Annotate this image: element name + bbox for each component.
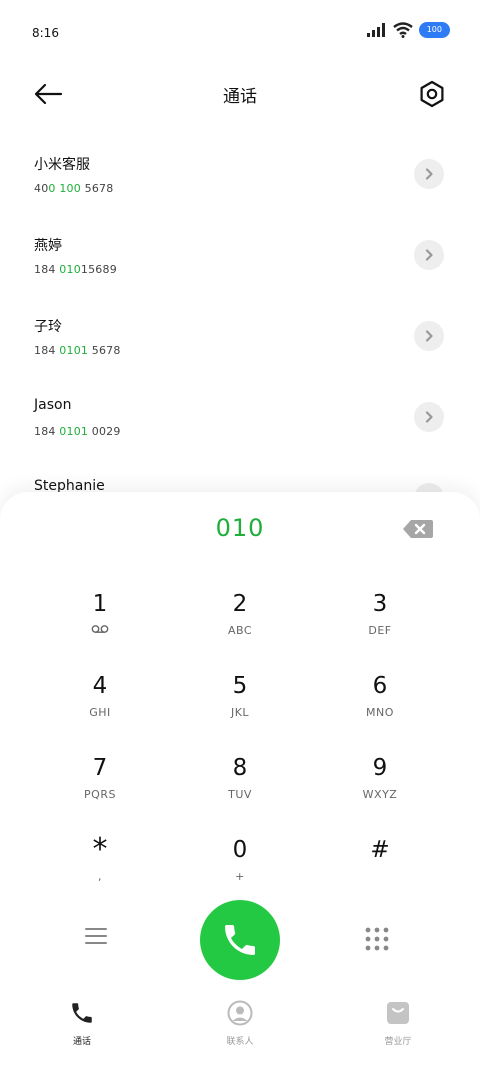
- dialpad-icon: [365, 927, 389, 951]
- voicemail-icon: [91, 625, 109, 633]
- dialer-panel: 010 1 2 ABC 3 DEF 4 GHI 5 JKL 6 MNO 7 PQ…: [0, 492, 480, 1067]
- key-2[interactable]: 2 ABC: [170, 584, 310, 664]
- contact-name: 小米客服: [34, 157, 90, 173]
- nav-calls[interactable]: 通话: [32, 998, 132, 1047]
- nav-label: 联系人: [226, 1037, 254, 1047]
- contact-number: 400 100 5678: [34, 182, 114, 195]
- key-8[interactable]: 8 TUV: [170, 748, 310, 828]
- header: 通话: [0, 70, 480, 118]
- nav-store[interactable]: 营业厅: [348, 998, 448, 1047]
- backspace-icon: [403, 520, 433, 538]
- wifi-icon: [392, 22, 413, 38]
- phone-icon: [72, 1003, 92, 1023]
- signal-icon: [366, 23, 385, 37]
- status-bar: 8:16 100: [0, 0, 480, 66]
- chevron-right-icon: [425, 249, 433, 261]
- page-title: 通话: [223, 87, 257, 107]
- contact-number: 184 0101 5678: [34, 344, 121, 357]
- keypad-toggle-button[interactable]: [364, 926, 396, 958]
- contact-name: 燕婷: [34, 238, 62, 254]
- menu-button[interactable]: [84, 926, 116, 954]
- contact-detail-button[interactable]: [414, 159, 444, 189]
- contact-row[interactable]: Jason 184 0101 0029: [0, 381, 480, 462]
- contact-detail-button[interactable]: [414, 402, 444, 432]
- store-icon: [387, 1002, 409, 1024]
- bottom-nav: 通话 联系人 营业厅: [0, 998, 480, 1058]
- key-5[interactable]: 5 JKL: [170, 666, 310, 746]
- contact-number: 184 01015689: [34, 263, 117, 276]
- contact-name: 子玲: [34, 319, 62, 335]
- nav-contacts[interactable]: 联系人: [190, 998, 290, 1047]
- menu-icon: [85, 928, 107, 944]
- chevron-right-icon: [425, 168, 433, 180]
- backspace-button[interactable]: [402, 518, 434, 540]
- nav-label: 营业厅: [384, 1037, 412, 1047]
- phone-icon: [225, 925, 255, 955]
- contact-number: 184 0101 0029: [34, 425, 121, 438]
- key-4[interactable]: 4 GHI: [30, 666, 170, 746]
- call-controls: [0, 898, 480, 982]
- contact-name: Jason: [34, 397, 72, 413]
- contact-detail-button[interactable]: [414, 321, 444, 351]
- key-9[interactable]: 9 WXYZ: [310, 748, 450, 828]
- contact-row[interactable]: 子玲 184 0101 5678: [0, 300, 480, 381]
- key-3[interactable]: 3 DEF: [310, 584, 450, 664]
- status-icons: 100: [366, 22, 450, 38]
- contact-row[interactable]: 小米客服 400 100 5678: [0, 138, 480, 219]
- chevron-right-icon: [425, 411, 433, 423]
- nav-label: 通话: [72, 1037, 91, 1047]
- settings-icon: [420, 80, 444, 108]
- chevron-right-icon: [425, 330, 433, 342]
- contact-row[interactable]: 燕婷 184 01015689: [0, 219, 480, 300]
- battery-indicator: 100: [418, 22, 450, 38]
- key-7[interactable]: 7 PQRS: [30, 748, 170, 828]
- settings-button[interactable]: [414, 76, 450, 112]
- contact-icon: [227, 1000, 253, 1026]
- call-button[interactable]: [200, 900, 280, 980]
- status-time: 8:16: [32, 26, 59, 40]
- key-6[interactable]: 6 MNO: [310, 666, 450, 746]
- key-1[interactable]: 1: [30, 584, 170, 664]
- contact-detail-button[interactable]: [414, 240, 444, 270]
- contact-list: 小米客服 400 100 5678 燕婷 184 01015689 子玲 184…: [0, 138, 480, 543]
